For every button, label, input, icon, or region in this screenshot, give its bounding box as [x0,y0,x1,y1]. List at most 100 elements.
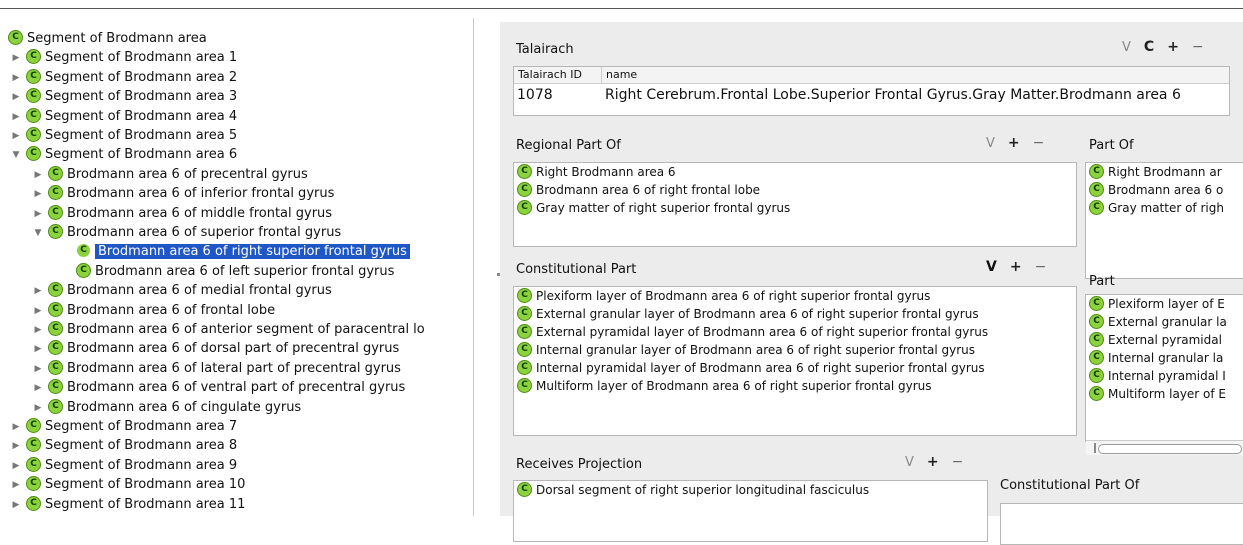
receives-projection-view-button[interactable]: V [905,455,914,470]
regional-part-of-item[interactable]: C Brodmann area 6 of right frontal lobe [514,181,1076,199]
tree-item[interactable]: ▶ C Segment of Brodmann area 3 [10,88,237,106]
expand-arrow-icon[interactable]: ▶ [10,108,22,126]
part-item[interactable]: C External granular la [1086,313,1243,331]
talairach-remove-button[interactable]: − [1192,39,1204,55]
talairach-col-id[interactable]: Talairach ID [518,67,582,83]
regional-part-of-item[interactable]: C Gray matter of right superior frontal g… [514,199,1076,217]
tree-item[interactable]: ▶ C Brodmann area 6 of middle frontal gyru… [32,204,332,223]
regional-part-of-add-button[interactable]: + [1008,135,1020,151]
tree-item[interactable]: ▶ C Segment of Brodmann area 10 [10,476,245,494]
class-c-icon: C [48,359,63,375]
part-of-item-label: Right Brodmann ar [1108,165,1222,179]
regional-part-of-list[interactable]: C Right Brodmann area 6 C Brodmann area 6 o… [513,162,1077,247]
scrollbar-arrow[interactable] [1094,443,1096,453]
tree-item[interactable]: ▶ C Brodmann area 6 of cingulate gyrus [32,398,301,417]
tree-item[interactable]: ▶ C Brodmann area 6 of inferior frontal gy… [32,185,334,203]
expand-arrow-icon[interactable]: ▶ [10,457,22,475]
regional-part-of-item[interactable]: C Right Brodmann area 6 [514,163,1076,181]
tree-item[interactable]: ▶ C Brodmann area 6 of ventral part of pre… [32,379,405,397]
constitutional-part-item[interactable]: C Plexiform layer of Brodmann area 6 of r… [514,287,1076,305]
tree-item[interactable]: ▶ C Segment of Brodmann area 5 [10,127,237,145]
receives-projection-item[interactable]: C Dorsal segment of right superior longit… [514,481,987,499]
constitutional-part-item[interactable]: C Internal granular layer of Brodmann are… [514,341,1076,359]
tree-item[interactable]: ▶ C Segment of Brodmann area 9 [10,456,237,475]
expand-arrow-icon[interactable]: ▶ [10,496,22,514]
regional-part-of-view-button[interactable]: V [986,136,995,151]
scrollbar-thumb[interactable] [1098,444,1242,454]
constitutional-part-add-button[interactable]: + [1010,259,1022,275]
tree-item[interactable]: ▶ C Segment of Brodmann area 1 [10,49,237,67]
talairach-view-button[interactable]: V [1122,40,1131,55]
expand-arrow-icon[interactable]: ▶ [32,166,44,184]
class-tree[interactable]: C Segment of Brodmann area ▶ C Segment of Br… [8,30,473,516]
tree-item[interactable]: ▶ C Brodmann area 6 of medial frontal gyru… [32,282,332,300]
constitutional-part-view-button[interactable]: V [986,259,997,275]
tree-item[interactable]: ▶ C Brodmann area 6 of frontal lobe [32,301,275,320]
tree-item[interactable]: ▶ C Segment of Brodmann area 4 [10,107,237,126]
talairach-create-button[interactable]: C [1144,39,1154,55]
part-of-item[interactable]: C Right Brodmann ar [1086,163,1243,181]
talairach-row-name[interactable]: Right Cerebrum.Frontal Lobe.Superior Fro… [605,87,1181,103]
talairach-col-name[interactable]: name [601,67,637,83]
tree-root-item[interactable]: C Segment of Brodmann area [8,30,207,48]
expand-arrow-icon[interactable]: ▶ [32,302,44,320]
part-horizontal-scrollbar[interactable] [1086,440,1243,455]
tree-item[interactable]: ▶ C Segment of Brodmann area 8 [10,437,237,455]
part-of-item[interactable]: C Brodmann area 6 o [1086,181,1243,199]
receives-projection-remove-button[interactable]: − [952,454,964,470]
regional-part-of-item-label: Right Brodmann area 6 [536,165,676,179]
tree-item[interactable]: ▼ C Segment of Brodmann area 6 [10,146,237,164]
expand-arrow-icon[interactable]: ▶ [10,88,22,106]
constitutional-part-of-list[interactable] [1000,503,1243,545]
tree-item[interactable]: ▶ C Brodmann area 6 of anterior segment of… [32,321,425,339]
tree-item[interactable]: C Brodmann area 6 of left superior fronta… [54,262,394,281]
part-of-item[interactable]: C Gray matter of righ [1086,199,1243,217]
collapse-arrow-icon[interactable]: ▼ [10,146,22,164]
expand-arrow-icon[interactable]: ▶ [10,127,22,145]
constitutional-part-item[interactable]: C Internal pyramidal layer of Brodmann ar… [514,359,1076,377]
part-item[interactable]: C Plexiform layer of E [1086,295,1243,313]
tree-item[interactable]: ▶ C Segment of Brodmann area 2 [10,68,237,87]
expand-arrow-icon[interactable]: ▶ [32,399,44,417]
expand-arrow-icon[interactable]: ▶ [10,418,22,436]
expand-arrow-icon[interactable]: ▶ [32,282,44,300]
tree-item[interactable]: ▶ C Segment of Brodmann area 11 [10,495,245,514]
talairach-row-id[interactable]: 1078 [517,87,553,103]
expand-arrow-icon[interactable]: ▶ [10,69,22,87]
part-item[interactable]: C Internal pyramidal I [1086,367,1243,385]
class-c-icon: C [26,107,41,123]
splitter[interactable] [473,18,474,516]
receives-projection-list[interactable]: C Dorsal segment of right superior longit… [513,480,988,542]
expand-arrow-icon[interactable]: ▶ [10,437,22,455]
part-list[interactable]: C Plexiform layer of E C External granular … [1085,294,1243,442]
part-item[interactable]: C External pyramidal [1086,331,1243,349]
expand-arrow-icon[interactable]: ▶ [10,49,22,67]
talairach-table[interactable]: Talairach ID name 1078 Right Cerebrum.Fr… [513,66,1230,116]
expand-arrow-icon[interactable]: ▶ [32,340,44,358]
expand-arrow-icon[interactable]: ▶ [32,205,44,223]
expand-arrow-icon[interactable]: ▶ [32,321,44,339]
talairach-add-button[interactable]: + [1167,39,1179,55]
expand-arrow-icon[interactable]: ▶ [10,476,22,494]
tree-item[interactable]: ▶ C Brodmann area 6 of lateral part of pre… [32,359,401,378]
constitutional-part-list[interactable]: C Plexiform layer of Brodmann area 6 of r… [513,286,1077,436]
receives-projection-add-button[interactable]: + [927,454,939,470]
tree-item-selected[interactable]: C Brodmann area 6 of right superior front… [54,243,410,261]
regional-part-of-remove-button[interactable]: − [1033,135,1045,151]
part-item[interactable]: C Multiform layer of E [1086,385,1243,403]
tree-item[interactable]: ▶ C Segment of Brodmann area 7 [10,418,237,436]
expand-arrow-icon[interactable]: ▶ [32,379,44,397]
part-of-list[interactable]: C Right Brodmann ar C Brodmann area 6 o C Gra… [1085,162,1243,279]
class-c-icon: C [1089,182,1104,197]
constitutional-part-item[interactable]: C External pyramidal layer of Brodmann ar… [514,323,1076,341]
expand-arrow-icon[interactable]: ▶ [32,360,44,378]
constitutional-part-remove-button[interactable]: − [1035,259,1047,275]
constitutional-part-item[interactable]: C External granular layer of Brodmann are… [514,305,1076,323]
tree-item[interactable]: ▶ C Brodmann area 6 of dorsal part of prec… [32,340,399,358]
tree-item[interactable]: ▼ C Brodmann area 6 of superior frontal gy… [32,224,341,242]
constitutional-part-item[interactable]: C Multiform layer of Brodmann area 6 of r… [514,377,1076,395]
collapse-arrow-icon[interactable]: ▼ [32,224,44,242]
part-item[interactable]: C Internal granular la [1086,349,1243,367]
tree-item[interactable]: ▶ C Brodmann area 6 of precentral gyrus [32,165,308,184]
expand-arrow-icon[interactable]: ▶ [32,185,44,203]
